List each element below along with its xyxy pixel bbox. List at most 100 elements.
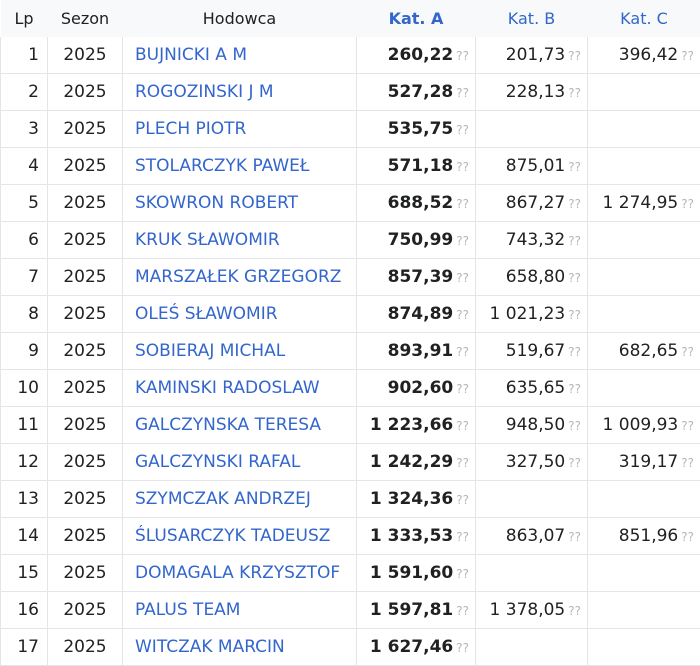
cell-kat-c: 851,96?? [588,518,700,555]
breeder-link[interactable]: SOBIERAJ MICHAL [123,333,357,370]
score-value: 1 223,66 [370,415,453,435]
score-value: 1 324,36 [370,489,453,509]
unknown-marker: ?? [681,530,694,544]
breeder-link[interactable]: STOLARCZYK PAWEŁ [123,148,357,185]
cell-kat-c [588,74,700,111]
score-value: 857,39 [388,267,454,287]
breeder-link[interactable]: KRUK SŁAWOMIR [123,222,357,259]
row-sezon: 2025 [48,259,123,296]
cell-kat-b: 228,13?? [476,74,588,111]
table-row: 132025SZYMCZAK ANDRZEJ1 324,36?? [1,481,700,518]
breeder-link[interactable]: ROGOZINSKI J M [123,74,357,111]
unknown-marker: ?? [568,456,581,470]
score-value: 1 009,93 [603,415,679,435]
cell-kat-c [588,370,700,407]
score-value: 535,75 [388,119,454,139]
row-lp: 8 [1,296,48,333]
unknown-marker: ?? [568,530,581,544]
row-sezon: 2025 [48,111,123,148]
unknown-marker: ?? [456,493,469,507]
row-sezon: 2025 [48,222,123,259]
unknown-marker: ?? [456,456,469,470]
cell-kat-a: 1 591,60?? [357,555,476,592]
header-kat-a-sort[interactable]: Kat. A [357,0,476,37]
cell-kat-b [476,111,588,148]
cell-kat-a: 902,60?? [357,370,476,407]
unknown-marker: ?? [456,160,469,174]
score-value: 875,01 [506,156,565,176]
score-value: 1 021,23 [490,304,566,324]
row-sezon: 2025 [48,185,123,222]
cell-kat-c: 396,42?? [588,37,700,74]
unknown-marker: ?? [456,345,469,359]
row-sezon: 2025 [48,518,123,555]
breeder-link[interactable]: DOMAGALA KRZYSZTOF [123,555,357,592]
score-value: 1 274,95 [603,193,679,213]
row-lp: 10 [1,370,48,407]
unknown-marker: ?? [456,641,469,655]
table-row: 92025SOBIERAJ MICHAL893,91??519,67??682,… [1,333,700,370]
breeder-link[interactable]: SZYMCZAK ANDRZEJ [123,481,357,518]
row-lp: 3 [1,111,48,148]
table-row: 12025BUJNICKI A M260,22??201,73??396,42?… [1,37,700,74]
score-value: 1 591,60 [370,563,453,583]
breeder-link[interactable]: MARSZAŁEK GRZEGORZ [123,259,357,296]
breeder-link[interactable]: ŚLUSARCZYK TADEUSZ [123,518,357,555]
breeder-link[interactable]: GALCZYNSKI RAFAL [123,444,357,481]
breeder-link[interactable]: OLEŚ SŁAWOMIR [123,296,357,333]
cell-kat-c [588,259,700,296]
table-row: 82025OLEŚ SŁAWOMIR874,89??1 021,23?? [1,296,700,333]
score-value: 893,91 [388,341,454,361]
row-sezon: 2025 [48,370,123,407]
row-lp: 15 [1,555,48,592]
cell-kat-a: 750,99?? [357,222,476,259]
breeder-link[interactable]: PLECH PIOTR [123,111,357,148]
cell-kat-b: 867,27?? [476,185,588,222]
unknown-marker: ?? [456,271,469,285]
breeder-link[interactable]: SKOWRON ROBERT [123,185,357,222]
header-kat-c-sort[interactable]: Kat. C [588,0,700,37]
score-value: 1 333,53 [370,526,453,546]
unknown-marker: ?? [456,567,469,581]
cell-kat-b: 327,50?? [476,444,588,481]
breeder-link[interactable]: GALCZYNSKA TERESA [123,407,357,444]
row-sezon: 2025 [48,74,123,111]
cell-kat-a: 893,91?? [357,333,476,370]
unknown-marker: ?? [568,234,581,248]
table-row: 142025ŚLUSARCZYK TADEUSZ1 333,53??863,07… [1,518,700,555]
row-sezon: 2025 [48,333,123,370]
cell-kat-a: 260,22?? [357,37,476,74]
cell-kat-a: 527,28?? [357,74,476,111]
score-value: 863,07 [506,526,565,546]
table-row: 42025STOLARCZYK PAWEŁ571,18??875,01?? [1,148,700,185]
score-value: 319,17 [619,452,678,472]
breeder-link[interactable]: PALUS TEAM [123,592,357,629]
row-lp: 11 [1,407,48,444]
row-lp: 12 [1,444,48,481]
row-sezon: 2025 [48,296,123,333]
score-value: 688,52 [388,193,454,213]
table-row: 22025ROGOZINSKI J M527,28??228,13?? [1,74,700,111]
breeder-link[interactable]: BUJNICKI A M [123,37,357,74]
unknown-marker: ?? [568,271,581,285]
cell-kat-a: 857,39?? [357,259,476,296]
row-lp: 9 [1,333,48,370]
unknown-marker: ?? [568,419,581,433]
header-lp: Lp [1,0,48,37]
score-value: 867,27 [506,193,565,213]
score-value: 396,42 [619,45,678,65]
header-kat-b-sort[interactable]: Kat. B [476,0,588,37]
row-lp: 13 [1,481,48,518]
breeder-link[interactable]: KAMINSKI RADOSLAW [123,370,357,407]
unknown-marker: ?? [456,123,469,137]
cell-kat-b: 863,07?? [476,518,588,555]
cell-kat-b: 635,65?? [476,370,588,407]
unknown-marker: ?? [456,604,469,618]
score-value: 1 627,46 [370,637,453,657]
row-lp: 7 [1,259,48,296]
cell-kat-c [588,481,700,518]
cell-kat-c: 1 274,95?? [588,185,700,222]
row-lp: 14 [1,518,48,555]
table-row: 52025SKOWRON ROBERT688,52??867,27??1 274… [1,185,700,222]
cell-kat-b: 658,80?? [476,259,588,296]
